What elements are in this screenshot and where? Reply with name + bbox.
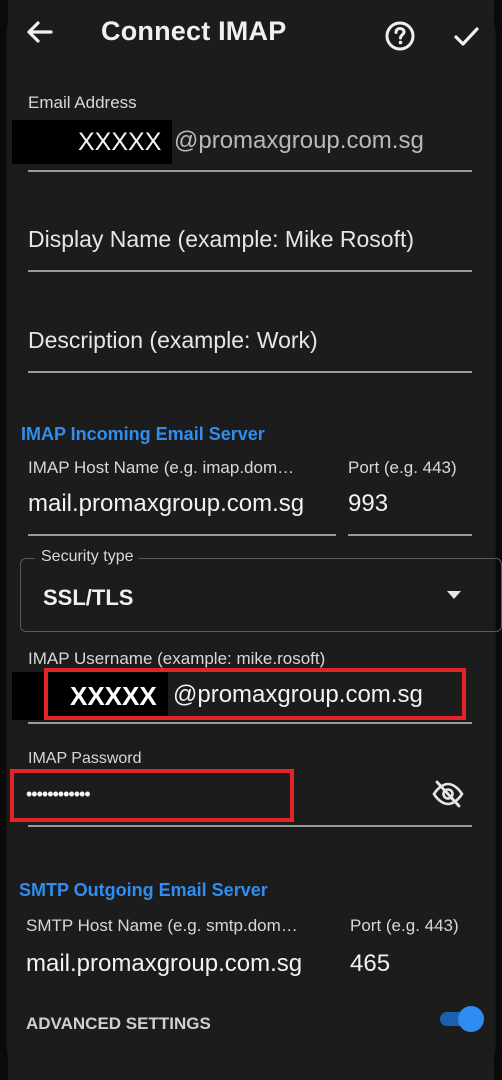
email-underline — [28, 170, 472, 172]
email-masked-user: XXXXX — [78, 128, 162, 156]
imap-username-underline — [28, 722, 472, 724]
imap-section-title: IMAP Incoming Email Server — [21, 424, 265, 444]
imap-port-label: Port (e.g. 443) — [348, 458, 457, 477]
help-button[interactable] — [382, 18, 418, 54]
email-domain: @promaxgroup.com.sg — [174, 127, 424, 154]
imap-username-label: IMAP Username (example: mike.rosoft) — [28, 649, 326, 668]
highlight-box — [44, 668, 466, 720]
smtp-port-label: Port (e.g. 443) — [350, 916, 459, 935]
display-name-underline — [28, 270, 472, 272]
advanced-settings-toggle[interactable] — [440, 1006, 484, 1032]
description-underline — [28, 371, 472, 373]
imap-host-underline — [28, 534, 336, 536]
imap-password-underline — [28, 825, 472, 827]
screen: Connect IMAP Email Address XXXXX @promax… — [8, 0, 502, 1080]
email-label: Email Address — [28, 93, 137, 112]
help-circle-icon — [385, 21, 415, 51]
smtp-port-field[interactable]: 465 — [350, 950, 390, 978]
smtp-section-title: SMTP Outgoing Email Server — [19, 880, 268, 900]
imap-password-label: IMAP Password — [28, 750, 142, 767]
toggle-thumb — [458, 1006, 484, 1032]
app-bar: Connect IMAP — [8, 0, 494, 80]
page-title: Connect IMAP — [101, 16, 287, 46]
password-visibility-toggle[interactable] — [430, 776, 466, 812]
security-type-label: Security type — [35, 548, 140, 566]
imap-port-field[interactable]: 993 — [348, 490, 388, 518]
smtp-host-label: SMTP Host Name (e.g. smtp.dom… — [26, 916, 298, 935]
advanced-settings-label: ADVANCED SETTINGS — [26, 1014, 211, 1033]
imap-port-underline — [348, 534, 472, 536]
eye-off-icon — [432, 780, 464, 808]
security-type-value: SSL/TLS — [43, 585, 134, 610]
smtp-host-field[interactable]: mail.promaxgroup.com.sg — [26, 950, 302, 978]
highlight-box — [10, 769, 294, 822]
display-name-field[interactable]: Display Name (example: Mike Rosoft) — [28, 226, 414, 253]
imap-host-field[interactable]: mail.promaxgroup.com.sg — [28, 490, 304, 518]
done-button[interactable] — [448, 18, 484, 54]
arrow-left-icon — [27, 21, 53, 43]
back-button[interactable] — [22, 14, 58, 50]
description-field[interactable]: Description (example: Work) — [28, 327, 318, 354]
check-icon — [454, 27, 479, 46]
security-type-dropdown[interactable]: Security type SSL/TLS — [20, 548, 502, 632]
imap-host-label: IMAP Host Name (e.g. imap.dom… — [28, 458, 295, 477]
dropdown-caret-icon — [447, 591, 461, 599]
